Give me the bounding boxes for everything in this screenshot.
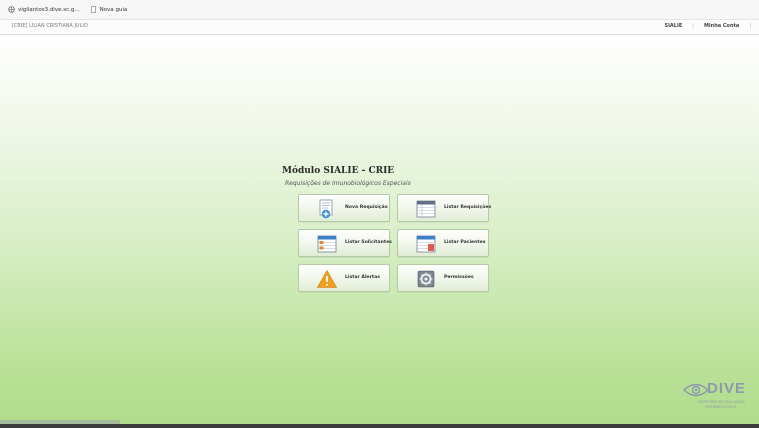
nav-sialie-link[interactable]: SIALIE <box>664 23 682 29</box>
module-subtitle: Requisições de Imunobiológicos Especiais <box>285 180 411 187</box>
list-requests-button[interactable]: Listar Requisições <box>397 194 492 222</box>
bottom-border <box>0 424 759 428</box>
bookmark-globe-icon <box>8 6 15 13</box>
list-alerts-button[interactable]: Listar Alertas <box>298 264 390 292</box>
new-request-doc-plus-icon <box>316 199 338 219</box>
list-requesters-table-icon <box>316 234 338 254</box>
permissions-button[interactable]: Permissões <box>397 264 489 292</box>
warning-triangle-icon <box>316 269 338 289</box>
nav-my-account-link[interactable]: Minha Conta <box>704 23 739 29</box>
permissions-gear-icon <box>415 269 437 289</box>
dive-eye-icon <box>683 383 709 397</box>
main-content: Módulo SIALIE - CRIE Requisições de Imun… <box>0 36 759 424</box>
new-request-button[interactable]: Nova Requisição <box>298 194 390 222</box>
bookmark-new-tab[interactable]: Nova guia <box>90 6 128 13</box>
bookmarks-bar: vigilantos3.dive.sc.g... Nova guia <box>0 0 759 20</box>
button-label: Listar Solicitantes <box>345 240 392 245</box>
bookmark-vigilantos[interactable]: vigilantos3.dive.sc.g... <box>8 6 80 13</box>
bookmark-label: vigilantos3.dive.sc.g... <box>18 6 80 13</box>
module-title: Módulo SIALIE - CRIE <box>282 166 395 176</box>
app-header: [CRIE] LILIAN CRISTIANA JULIO SIALIE | M… <box>0 20 759 35</box>
dive-logo: DIVE DIRETORIA DE VIGILÂNCIA EPIDEMIOLÓG… <box>673 380 753 420</box>
nav-separator: | <box>692 23 694 29</box>
logo-word: DIVE <box>707 380 747 397</box>
bookmark-label: Nova guia <box>99 6 128 13</box>
list-patients-table-icon <box>415 234 437 254</box>
new-tab-page-icon <box>90 6 97 13</box>
list-patients-button[interactable]: Listar Pacientes <box>397 229 489 257</box>
logo-subtitle: DIRETORIA DE VIGILÂNCIA EPIDEMIOLÓGICA <box>689 400 753 410</box>
button-label: Listar Requisições <box>444 205 492 210</box>
header-nav: SIALIE | Minha Conta | <box>664 23 751 29</box>
nav-separator: | <box>749 23 751 29</box>
logged-user-label: [CRIE] LILIAN CRISTIANA JULIO <box>12 24 88 29</box>
button-label: Nova Requisição <box>345 205 388 210</box>
logo-subtitle-line2: EPIDEMIOLÓGICA <box>705 405 737 409</box>
button-label: Permissões <box>444 275 474 280</box>
list-requesters-button[interactable]: Listar Solicitantes <box>298 229 392 257</box>
list-requests-table-icon <box>415 199 437 219</box>
button-label: Listar Pacientes <box>444 240 486 245</box>
button-label: Listar Alertas <box>345 275 380 280</box>
